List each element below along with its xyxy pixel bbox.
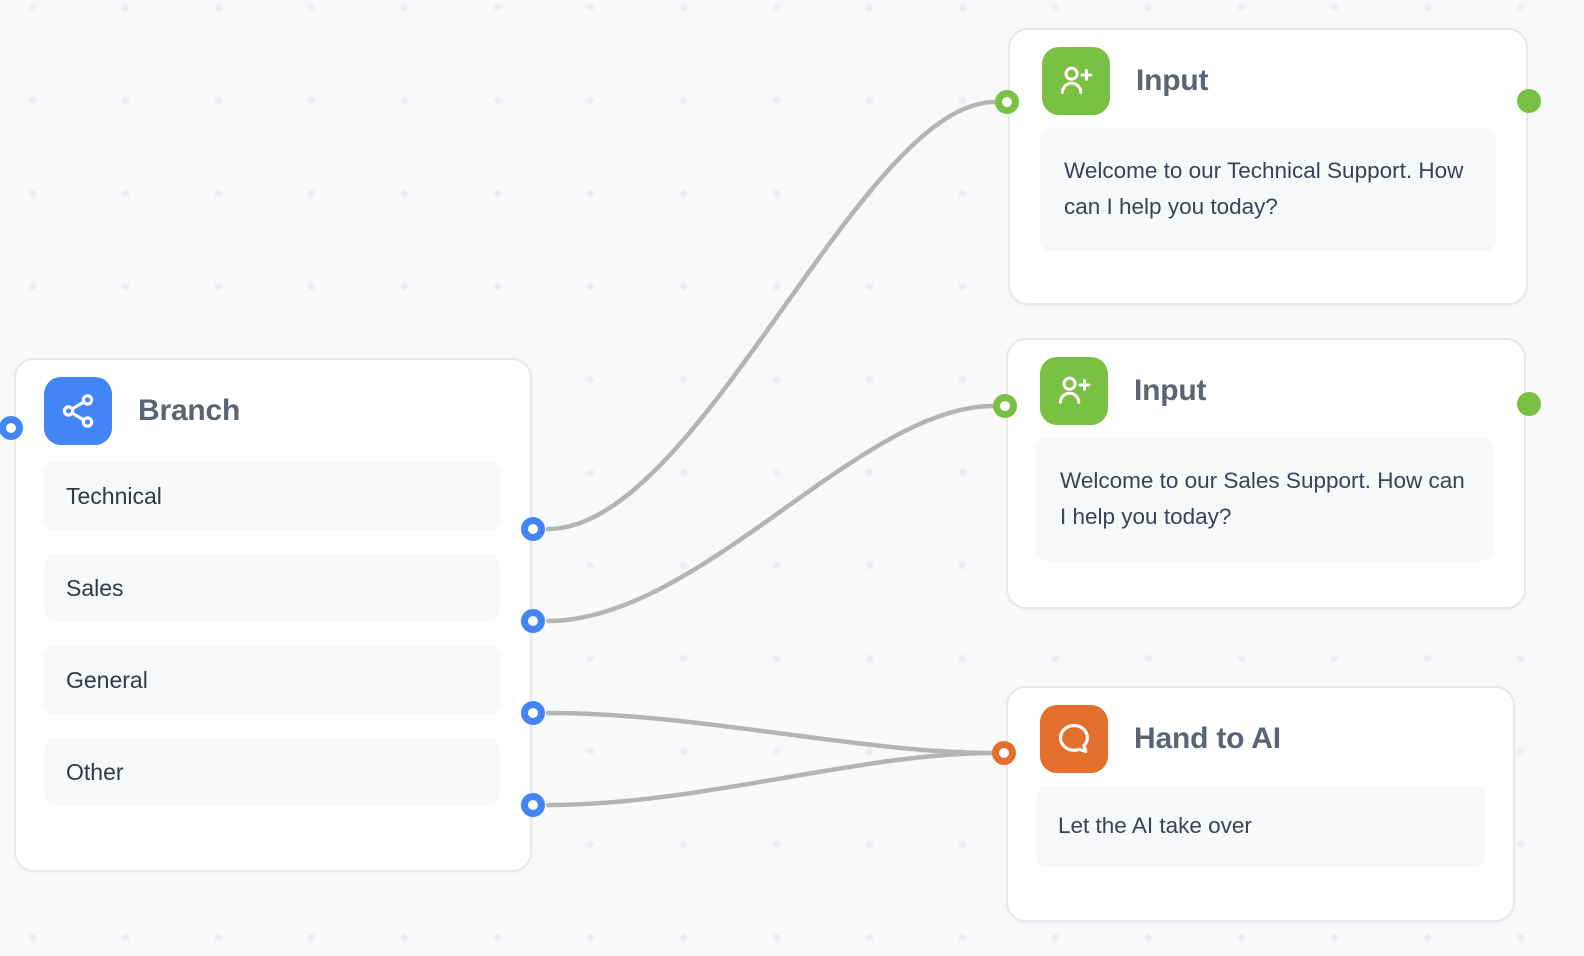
share-branch-icon xyxy=(44,376,112,445)
input2-message-text: Welcome to our Sales Support. How can I … xyxy=(1060,468,1465,529)
port-branch-out-other[interactable] xyxy=(521,793,545,817)
branch-item-other[interactable]: Other xyxy=(44,738,500,806)
branch-item-general[interactable]: General xyxy=(44,646,500,714)
branch-node-header: Branch xyxy=(16,360,530,445)
branch-item-technical[interactable]: Technical xyxy=(44,462,500,530)
input1-node-title: Input xyxy=(1136,64,1209,97)
flow-canvas[interactable]: Branch Technical Sales General Other Inp… xyxy=(0,0,1584,956)
input1-node-header: Input xyxy=(1010,30,1526,115)
node-branch[interactable]: Branch Technical Sales General Other xyxy=(14,358,532,872)
port-input1-out[interactable] xyxy=(1517,89,1541,113)
input1-node-body: Welcome to our Technical Support. How ca… xyxy=(1040,128,1496,251)
branch-node-title: Branch xyxy=(138,393,241,427)
handoff-node-body: Let the AI take over xyxy=(1036,786,1485,867)
input2-node-body: Welcome to our Sales Support. How can I … xyxy=(1036,438,1494,561)
port-branch-input[interactable] xyxy=(0,416,23,440)
port-input2-out[interactable] xyxy=(1517,392,1541,416)
port-branch-out-general[interactable] xyxy=(521,701,545,725)
input2-node-header: Input xyxy=(1008,340,1524,425)
port-branch-out-sales[interactable] xyxy=(521,609,545,633)
user-plus-icon xyxy=(1040,357,1108,425)
input1-message-text: Welcome to our Technical Support. How ca… xyxy=(1064,158,1464,219)
port-input1-in[interactable] xyxy=(995,90,1019,114)
port-input2-in[interactable] xyxy=(993,394,1017,418)
user-plus-icon xyxy=(1042,47,1110,115)
node-input-technical[interactable]: Input Welcome to our Technical Support. … xyxy=(1008,28,1528,305)
branch-item-sales[interactable]: Sales xyxy=(44,554,500,622)
edge-general-to-handoff xyxy=(545,710,996,756)
handoff-node-title: Hand to AI xyxy=(1134,722,1281,755)
chat-bubble-icon xyxy=(1040,705,1108,773)
port-branch-out-technical[interactable] xyxy=(521,517,545,541)
handoff-node-header: Hand to AI xyxy=(1008,688,1513,773)
edge-other-to-handoff xyxy=(545,750,996,808)
node-hand-to-ai[interactable]: Hand to AI Let the AI take over xyxy=(1006,686,1515,922)
edge-technical-to-input1 xyxy=(545,99,998,532)
edge-sales-to-input2 xyxy=(545,403,996,624)
port-handoff-in[interactable] xyxy=(992,741,1016,765)
handoff-message-text: Let the AI take over xyxy=(1058,813,1252,838)
input2-node-title: Input xyxy=(1134,374,1207,407)
node-input-sales[interactable]: Input Welcome to our Sales Support. How … xyxy=(1006,338,1526,609)
branch-item-list: Technical Sales General Other xyxy=(16,428,530,806)
